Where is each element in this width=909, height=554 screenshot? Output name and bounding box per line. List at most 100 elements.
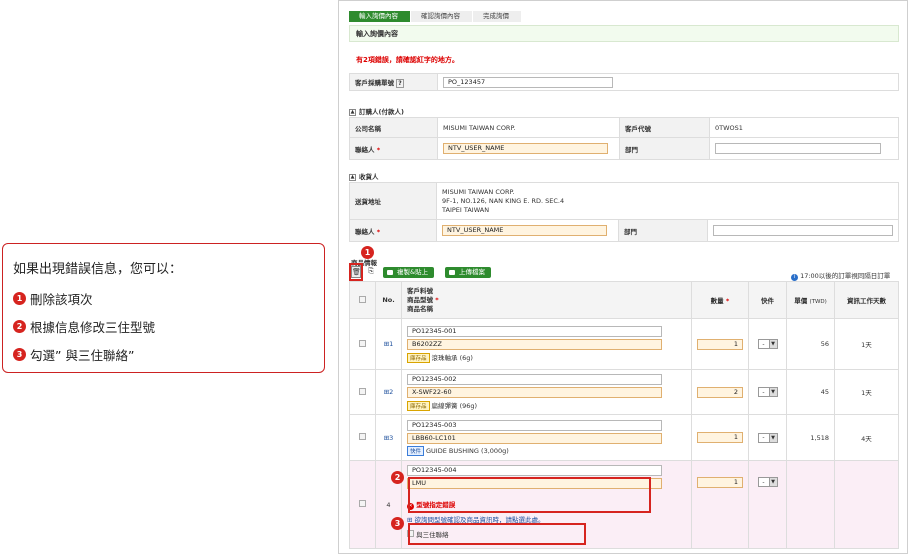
row-no: 1: [389, 340, 394, 348]
addr-label: 送貨地址: [348, 182, 438, 220]
row-checkbox[interactable]: [359, 387, 366, 395]
marker-1: 1: [13, 292, 26, 305]
info-icon: i: [791, 274, 798, 281]
row-checkbox[interactable]: [359, 433, 366, 440]
marker-3: 3: [391, 517, 404, 530]
product-name: 庫存品 滾珠軸承 (6g): [407, 352, 686, 363]
addr-value: MISUMI TAIWAN CORP. 9F-1, NO.126, NAN KI…: [436, 182, 899, 220]
stock-badge: 庫存品: [407, 352, 430, 363]
unit-price: 45: [786, 369, 835, 415]
orderer-table: 公司名稱 MISUMI TAIWAN CORP. 客戶代號 0TWOS1 聯絡人…: [349, 117, 899, 160]
annotation-title: 如果出現錯誤信息，您可以：: [13, 262, 183, 277]
model-highlight: [408, 477, 651, 513]
qty-input[interactable]: 2: [697, 386, 743, 398]
express-select[interactable]: - ▼: [757, 339, 778, 349]
inquiry-panel: 輸入詢價內容 確認詢價內容 完成詢價 輸入詢價內容 有2項錯誤，請確認紅字的地方…: [338, 0, 908, 554]
upload-button[interactable]: 上傳檔案: [445, 267, 491, 278]
section-title: 輸入詢價內容: [349, 25, 899, 42]
lead-days: [834, 460, 899, 549]
table-row: ⊞1 PO12345-001 B6202ZZ 庫存品 滾珠軸承 (6g) 1 - ▼…: [349, 318, 899, 370]
dept-label: 部門: [617, 219, 709, 242]
annotation-text: 勾選” 與三住聯絡”: [30, 348, 135, 363]
code-label: 客戶代號: [619, 117, 710, 138]
receiver-contact-input[interactable]: NTV_USER_NAME: [442, 225, 608, 236]
express-select[interactable]: - ▼: [757, 387, 778, 397]
lead-days: 1天: [834, 318, 899, 370]
product-name: 庫存品 扁線彈簧 (96g): [407, 400, 686, 411]
unit-price: 56: [786, 318, 835, 370]
contact-label: 聯絡人: [355, 227, 375, 236]
marker-2: 2: [13, 320, 26, 333]
table-row: ⊞3 PO12345-003 LBB60-LC101 快件 GUIDE BUSHI…: [349, 414, 899, 461]
model-input[interactable]: LBB60-LC101: [407, 432, 662, 444]
code-value: 0TWOS1: [709, 117, 899, 138]
copy-paste-button[interactable]: 複製&貼上: [383, 267, 435, 278]
error-summary: 有2項錯誤，請確認紅字的地方。: [356, 56, 459, 64]
unit-price: [786, 460, 835, 549]
po-label: 客戶採購單號: [355, 79, 394, 87]
col-express: 快件: [748, 281, 787, 319]
col-no: No.: [375, 281, 402, 319]
delete-highlight: [349, 263, 363, 281]
chevron-down-icon: ▼: [768, 388, 777, 396]
part-input[interactable]: PO12345-001: [407, 325, 662, 337]
annotation-text: 刪除該項次: [30, 292, 93, 307]
col-days: 資訊工作天數: [834, 281, 899, 319]
express-select[interactable]: - ▼: [757, 432, 778, 443]
contact-label: 聯絡人: [355, 145, 375, 154]
model-input[interactable]: X-SWF22-60: [407, 386, 662, 398]
lead-days: 4天: [834, 414, 899, 461]
po-input[interactable]: PO_123457: [443, 76, 613, 88]
company-value: MISUMI TAIWAN CORP.: [437, 117, 620, 138]
model-input[interactable]: B6202ZZ: [407, 338, 662, 350]
chevron-down-icon: ▼: [768, 478, 777, 486]
step-complete: 完成詢價: [473, 11, 521, 22]
annotation-item-1: 1 刪除該項次: [13, 289, 314, 308]
collapse-icon[interactable]: ▲: [349, 108, 356, 116]
collapse-icon[interactable]: ▲: [349, 173, 356, 181]
annotation-box: 如果出現錯誤信息，您可以： 1 刪除該項次 2 根據信息修改三住型號 3 勾選”…: [2, 243, 325, 373]
express-select[interactable]: - ▼: [757, 477, 778, 487]
company-label: 公司名稱: [349, 117, 438, 138]
qty-input[interactable]: 1: [697, 432, 743, 443]
step-input: 輸入詢價內容: [349, 11, 410, 22]
step-confirm: 確認詢價內容: [411, 11, 472, 22]
row-no: 2: [389, 388, 394, 396]
row-checkbox[interactable]: [359, 500, 366, 507]
row-checkbox[interactable]: [359, 339, 366, 347]
chevron-down-icon: ▼: [768, 340, 777, 348]
annotation-text: 根據信息修改三住型號: [30, 320, 156, 335]
qty-input[interactable]: 1: [697, 477, 743, 488]
deadline-notice: i 17:00以後的訂單視同隔日訂單: [791, 270, 890, 281]
annotation-item-2: 2 根據信息修改三住型號: [13, 317, 314, 336]
table-row: ⊞2 PO12345-002 X-SWF22-60 庫存品 扁線彈簧 (96g) …: [349, 369, 899, 415]
copy-icon[interactable]: ⎘: [366, 266, 376, 278]
marker-2: 2: [391, 471, 404, 484]
part-input[interactable]: PO12345-002: [407, 373, 662, 385]
unit-price: 1,518: [786, 414, 835, 461]
row-no: 3: [389, 433, 394, 442]
stock-badge: 庫存品: [407, 400, 430, 411]
contact-highlight: [408, 523, 586, 545]
orderer-title[interactable]: ▲ 訂購人(付款人): [349, 106, 404, 116]
po-row: 客戶採購單號 ? PO_123457: [349, 73, 899, 91]
marker-1: 1: [361, 246, 374, 259]
orderer-dept-input[interactable]: [715, 143, 881, 154]
select-all-checkbox[interactable]: [359, 295, 366, 303]
product-name: 快件 GUIDE BUSHING (3,000g): [407, 445, 686, 456]
col-price: 單價: [794, 297, 808, 305]
chevron-down-icon: ▼: [768, 433, 777, 442]
express-badge: 快件: [407, 445, 425, 456]
orderer-contact-input[interactable]: NTV_USER_NAME: [443, 143, 608, 154]
lead-days: 1天: [834, 369, 899, 415]
receiver-dept-input[interactable]: [713, 225, 893, 236]
col-qty: 數量: [710, 297, 724, 305]
marker-3: 3: [13, 348, 26, 361]
part-input[interactable]: PO12345-003: [407, 419, 662, 431]
help-icon[interactable]: ?: [396, 79, 404, 88]
breadcrumb: 輸入詢價內容 確認詢價內容 完成詢價: [349, 11, 522, 22]
qty-input[interactable]: 1: [697, 338, 743, 350]
part-input[interactable]: PO12345-004: [407, 465, 662, 476]
receiver-title[interactable]: ▲ 收貨人: [349, 171, 379, 181]
receiver-table: 送貨地址 MISUMI TAIWAN CORP. 9F-1, NO.126, N…: [348, 182, 899, 242]
